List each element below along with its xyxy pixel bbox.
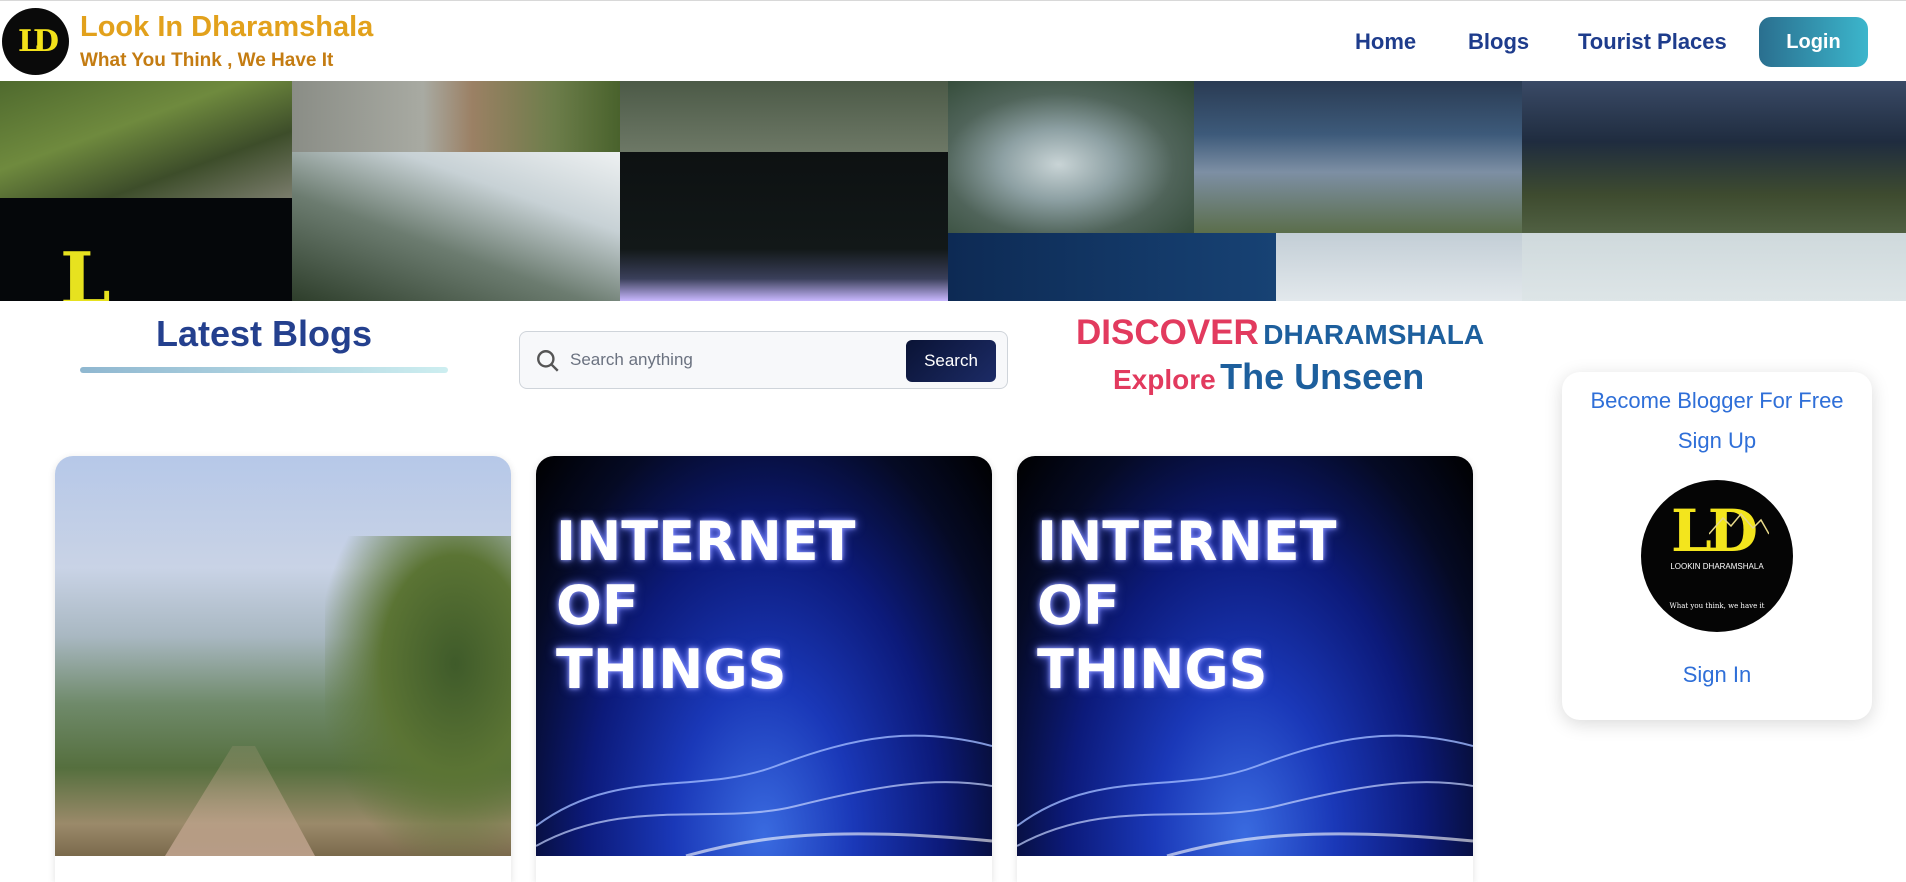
- collage-grass-rocks: [0, 81, 292, 198]
- card-logo-tagline: What you think, we have it: [1669, 602, 1765, 610]
- collage-river: [948, 81, 1194, 233]
- brand-tagline: What You Think , We Have It: [80, 50, 334, 71]
- blog-card-image[interactable]: [55, 456, 511, 856]
- wave-grid-graphic: [536, 734, 992, 856]
- overlay-line: OF: [1037, 574, 1120, 637]
- brand-title[interactable]: Look In Dharamshala: [80, 11, 373, 44]
- discover-word: DISCOVER: [1076, 313, 1259, 352]
- blog-card[interactable]: [55, 456, 511, 882]
- latest-blogs-heading: Latest Blogs: [155, 313, 373, 354]
- search-icon: [537, 350, 559, 372]
- overlay-line: INTERNET: [556, 510, 856, 573]
- site-header: LD Look In Dharamshala What You Think , …: [0, 0, 1906, 81]
- site-logo[interactable]: LD: [2, 8, 69, 75]
- overlay-line: THINGS: [1037, 638, 1268, 701]
- collage-clouds: [1276, 233, 1522, 301]
- collage-logo-mark: L: [60, 236, 111, 302]
- nav-blogs-link[interactable]: Blogs: [1468, 29, 1529, 55]
- card-logo-brand: LOOKIN DHARAMSHALA: [1670, 562, 1764, 571]
- sign-up-link[interactable]: Sign Up: [1562, 428, 1872, 454]
- blog-card-overlay-text: INTERNET OF THINGS: [1037, 510, 1337, 702]
- blog-card[interactable]: INTERNET OF THINGS: [1017, 456, 1473, 882]
- card-logo: LD LOOKIN DHARAMSHALA What you think, we…: [1641, 480, 1793, 632]
- nav-home-link[interactable]: Home: [1355, 29, 1416, 55]
- collage-forest-top: [620, 81, 948, 152]
- hero-photo-collage: L: [0, 81, 1906, 301]
- unseen-words: The Unseen: [1220, 356, 1425, 397]
- collage-blue-sky: [948, 233, 1276, 301]
- become-blogger-link[interactable]: Become Blogger For Free: [1562, 388, 1872, 414]
- blog-card-image[interactable]: INTERNET OF THINGS: [536, 456, 992, 856]
- blog-card-footer: [1017, 856, 1473, 882]
- heading-underline: [80, 367, 448, 373]
- dharamshala-word: DHARAMSHALA: [1263, 319, 1485, 350]
- mountain-icon: [1709, 512, 1769, 535]
- blog-card-footer: [536, 856, 992, 882]
- collage-night-street: [620, 152, 948, 301]
- nav-tourist-places-link[interactable]: Tourist Places: [1578, 29, 1727, 55]
- collage-town-hillside: [1194, 81, 1522, 233]
- collage-rock-dog: [292, 81, 620, 152]
- blogger-signup-card: Become Blogger For Free Sign Up LD LOOKI…: [1562, 372, 1872, 720]
- explore-word: Explore: [1113, 364, 1216, 395]
- wave-grid-graphic: [1017, 734, 1473, 856]
- blog-card-footer: [55, 856, 511, 882]
- blog-card[interactable]: INTERNET OF THINGS: [536, 456, 992, 882]
- search-bar: Search: [519, 331, 1008, 389]
- explore-headline: Explore The Unseen: [1113, 356, 1424, 398]
- discover-headline: DISCOVER DHARAMSHALA: [1076, 313, 1484, 353]
- collage-cloudy-valley: [292, 152, 620, 301]
- collage-night-field: [1522, 81, 1906, 233]
- blog-card-image[interactable]: INTERNET OF THINGS: [1017, 456, 1473, 856]
- overlay-line: INTERNET: [1037, 510, 1337, 573]
- sign-in-link[interactable]: Sign In: [1562, 662, 1872, 688]
- login-button[interactable]: Login: [1759, 17, 1868, 67]
- collage-logo-tile: L: [0, 198, 292, 301]
- blog-card-overlay-text: INTERNET OF THINGS: [556, 510, 856, 702]
- logo-initials: LD: [17, 24, 59, 59]
- search-button[interactable]: Search: [906, 340, 996, 382]
- trail-path: [165, 746, 315, 856]
- collage-pale-sky: [1522, 233, 1906, 301]
- hill-trees: [325, 536, 511, 856]
- search-input[interactable]: [570, 342, 900, 378]
- overlay-line: THINGS: [556, 638, 787, 701]
- overlay-line: OF: [556, 574, 639, 637]
